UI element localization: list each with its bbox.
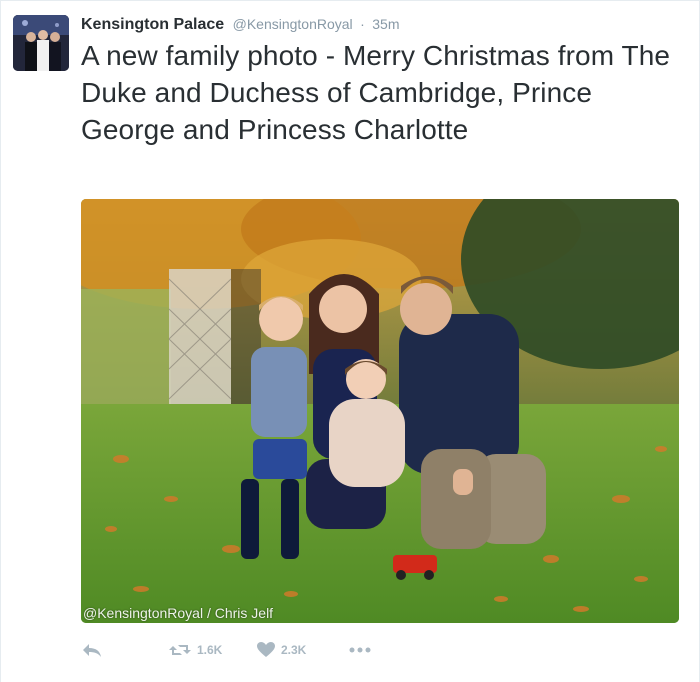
reply-icon xyxy=(83,644,101,657)
avatar[interactable] xyxy=(13,15,69,71)
timestamp[interactable]: 35m xyxy=(372,16,399,32)
tweet-text: A new family photo - Merry Christmas fro… xyxy=(81,40,671,145)
retweet-button[interactable]: 1.6K xyxy=(169,642,257,658)
reply-button[interactable] xyxy=(81,642,169,658)
retweet-icon xyxy=(169,645,191,655)
tweet-header: Kensington Palace @KensingtonRoyal · 35m xyxy=(81,13,399,35)
user-handle[interactable]: @KensingtonRoyal xyxy=(233,16,353,32)
photo-credit: @KensingtonRoyal / Chris Jelf xyxy=(83,605,274,621)
avatar-image xyxy=(13,15,69,71)
like-button[interactable]: 2.3K xyxy=(257,642,349,658)
family-photo xyxy=(81,199,679,623)
display-name[interactable]: Kensington Palace xyxy=(81,16,224,33)
tweet-card: Kensington Palace @KensingtonRoyal · 35m… xyxy=(0,0,700,682)
tweet-photo[interactable] xyxy=(81,199,679,623)
heart-icon xyxy=(257,642,275,657)
retweet-count: 1.6K xyxy=(197,643,223,657)
more-icon xyxy=(349,647,371,653)
like-count: 2.3K xyxy=(281,643,307,657)
tweet-actions: 1.6K 2.3K xyxy=(81,639,371,661)
more-button[interactable] xyxy=(349,646,371,654)
separator-dot: · xyxy=(360,16,365,32)
